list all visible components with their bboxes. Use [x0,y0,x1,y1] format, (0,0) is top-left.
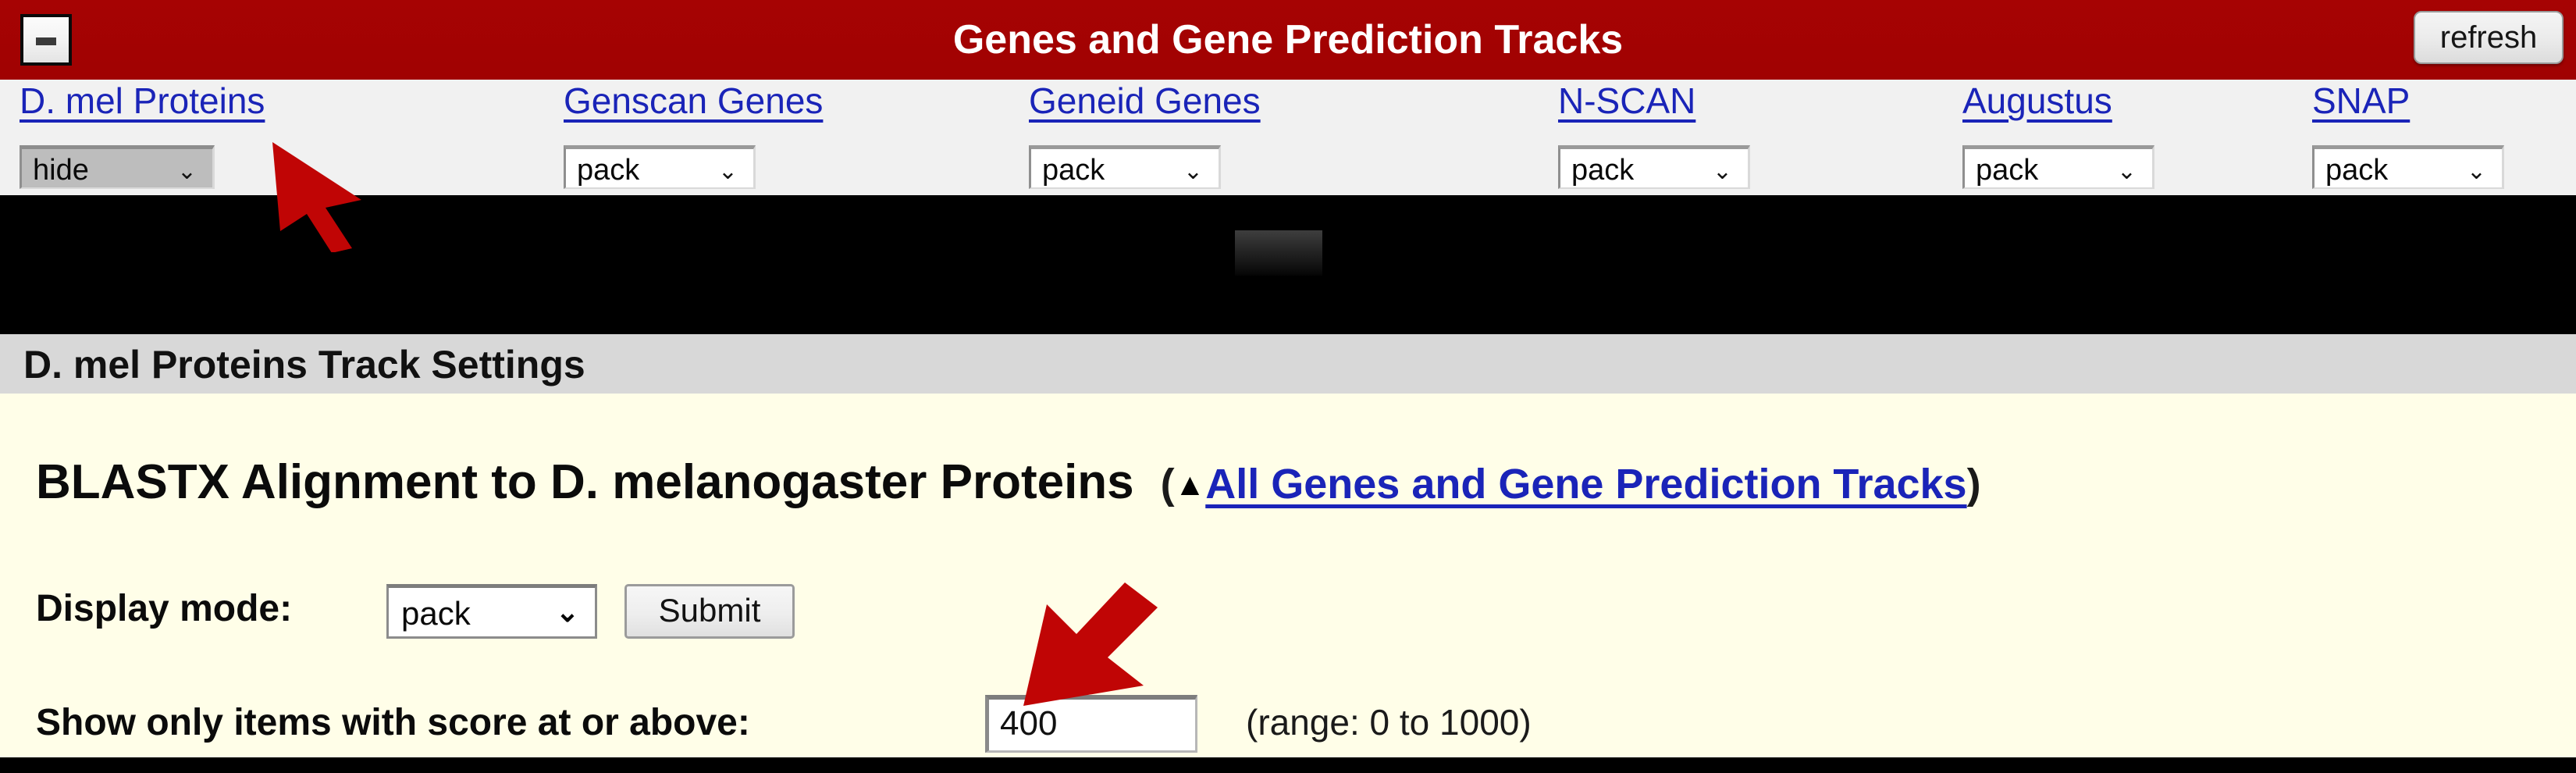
refresh-button[interactable]: refresh [2414,11,2564,64]
score-filter-label: Show only items with score at or above: [36,702,750,743]
track-cell-genscan-genes: Genscan Genes pack ⌄ [564,80,823,189]
chevron-down-icon: ⌄ [1183,159,1203,184]
track-link-augustus[interactable]: Augustus [1962,80,2112,122]
paren-close: ) [1966,461,1981,508]
track-cell-augustus: Augustus pack ⌄ [1962,80,2154,189]
score-threshold-input[interactable]: 400 [985,695,1197,753]
track-visibility-value-snap: pack [2325,154,2389,187]
minimize-button[interactable] [20,14,72,66]
track-cell-snap: SNAP pack ⌄ [2312,80,2504,189]
paren-open: ( [1160,461,1175,508]
track-visibility-value-d-mel-proteins: hide [33,154,89,187]
track-cell-geneid-genes: Geneid Genes pack ⌄ [1029,80,1261,189]
submit-button[interactable]: Submit [624,584,795,639]
chevron-down-icon: ⌄ [717,159,738,184]
chevron-down-icon: ⌄ [1712,159,1732,184]
all-genes-tracks-link[interactable]: All Genes and Gene Prediction Tracks [1205,461,1966,508]
track-cell-d-mel-proteins: D. mel Proteins hide ⌄ [20,80,265,189]
bottom-strip [0,757,2576,773]
chevron-down-icon: ⌄ [555,596,579,628]
track-visibility-value-geneid-genes: pack [1042,154,1105,187]
display-mode-select[interactable]: pack ⌄ [386,584,597,639]
genome-browser-image-feature [1235,230,1322,276]
track-visibility-select-genscan-genes[interactable]: pack ⌄ [564,145,756,189]
title-bar: Genes and Gene Prediction Tracks refresh [0,0,2576,80]
track-visibility-value-augustus: pack [1976,154,2039,187]
up-triangle-icon: ▲ [1174,468,1206,502]
track-visibility-value-genscan-genes: pack [577,154,640,187]
page-title: Genes and Gene Prediction Tracks [952,17,1624,62]
track-link-geneid-genes[interactable]: Geneid Genes [1029,80,1261,122]
track-visibility-select-n-scan[interactable]: pack ⌄ [1558,145,1750,189]
track-visibility-select-snap[interactable]: pack ⌄ [2312,145,2504,189]
track-heading: BLASTX Alignment to D. melanogaster Prot… [36,454,1981,510]
track-link-snap[interactable]: SNAP [2312,80,2410,122]
score-threshold-value: 400 [1000,704,1058,743]
track-settings-page: Genes and Gene Prediction Tracks refresh… [0,0,2576,773]
section-header-title: D. mel Proteins Track Settings [23,343,585,386]
display-mode-label: Display mode: [36,588,293,629]
chevron-down-icon: ⌄ [2116,159,2137,184]
track-visibility-value-n-scan: pack [1571,154,1635,187]
track-visibility-select-d-mel-proteins[interactable]: hide ⌄ [20,145,215,189]
track-link-genscan-genes[interactable]: Genscan Genes [564,80,823,122]
track-link-n-scan[interactable]: N-SCAN [1558,80,1695,122]
track-visibility-select-geneid-genes[interactable]: pack ⌄ [1029,145,1221,189]
section-header-bar: D. mel Proteins Track Settings [0,334,2576,394]
track-visibility-select-augustus[interactable]: pack ⌄ [1962,145,2154,189]
chevron-down-icon: ⌄ [2466,159,2486,184]
track-link-d-mel-proteins[interactable]: D. mel Proteins [20,80,265,122]
track-cell-n-scan: N-SCAN pack ⌄ [1558,80,1750,189]
display-mode-value: pack [401,595,471,632]
track-heading-text: BLASTX Alignment to D. melanogaster Prot… [36,455,1134,509]
chevron-down-icon: ⌄ [176,159,197,184]
score-range-note: (range: 0 to 1000) [1246,702,1532,743]
track-chooser-row: D. mel Proteins hide ⌄ Genscan Genes pac… [0,80,2576,195]
